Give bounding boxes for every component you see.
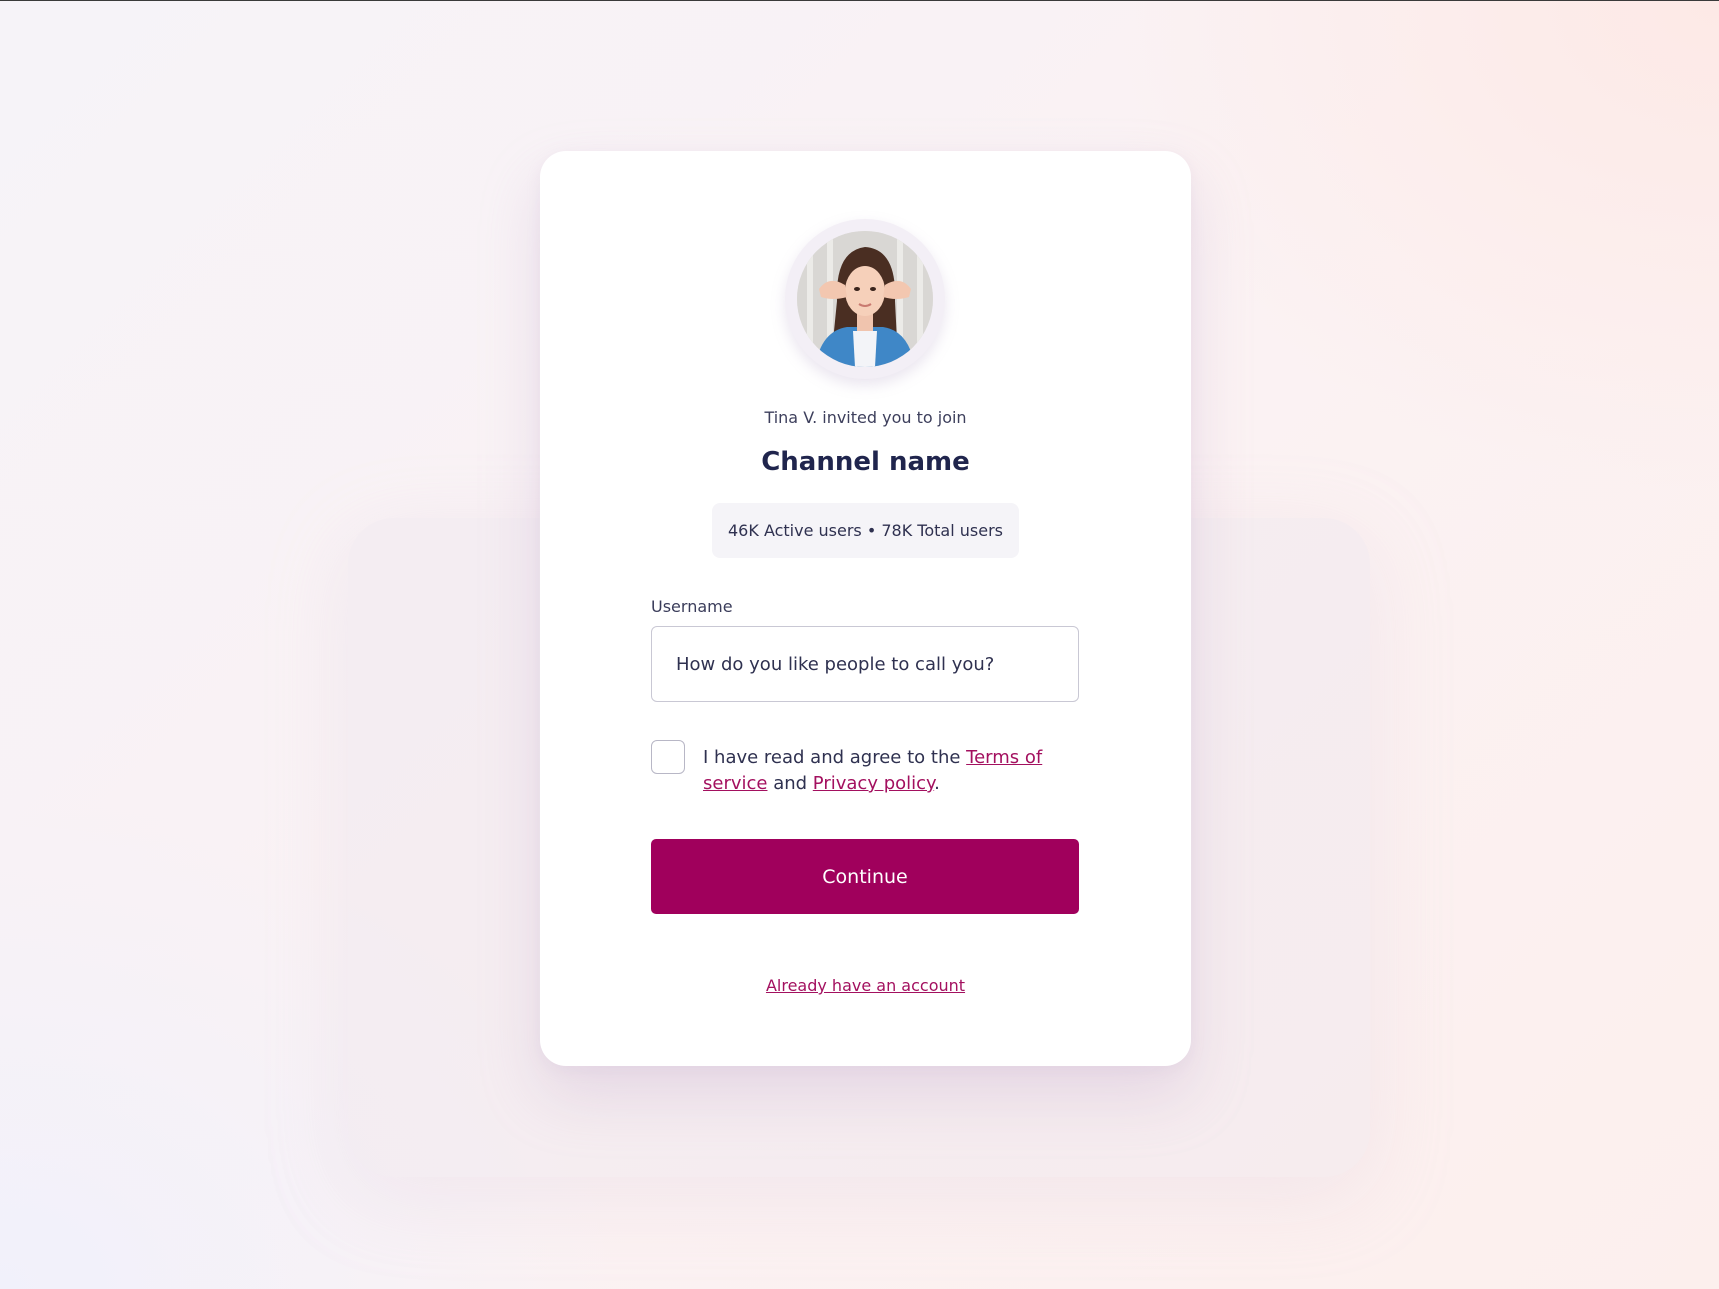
channel-title: Channel name	[761, 447, 970, 477]
agree-checkbox[interactable]	[651, 740, 685, 774]
invite-card: Tina V. invited you to join Channel name…	[540, 151, 1191, 1066]
agree-text: I have read and agree to the Terms of se…	[703, 745, 1063, 797]
already-have-account-link[interactable]: Already have an account	[766, 976, 965, 995]
username-input[interactable]	[651, 626, 1079, 702]
login-link-container: Already have an account	[540, 976, 1191, 995]
profile-photo-icon	[797, 231, 933, 367]
avatar	[797, 231, 933, 367]
agree-and: and	[767, 773, 813, 794]
agree-prefix: I have read and agree to the	[703, 747, 967, 768]
agree-suffix: .	[934, 773, 940, 794]
invite-message: Tina V. invited you to join	[764, 408, 967, 427]
username-label: Username	[651, 597, 733, 616]
privacy-policy-link[interactable]: Privacy policy	[813, 773, 934, 794]
avatar-ring	[785, 219, 945, 379]
continue-button[interactable]: Continue	[651, 839, 1079, 914]
channel-stats-badge: 46K Active users • 78K Total users	[712, 503, 1019, 558]
window-top-border	[0, 0, 1719, 1]
